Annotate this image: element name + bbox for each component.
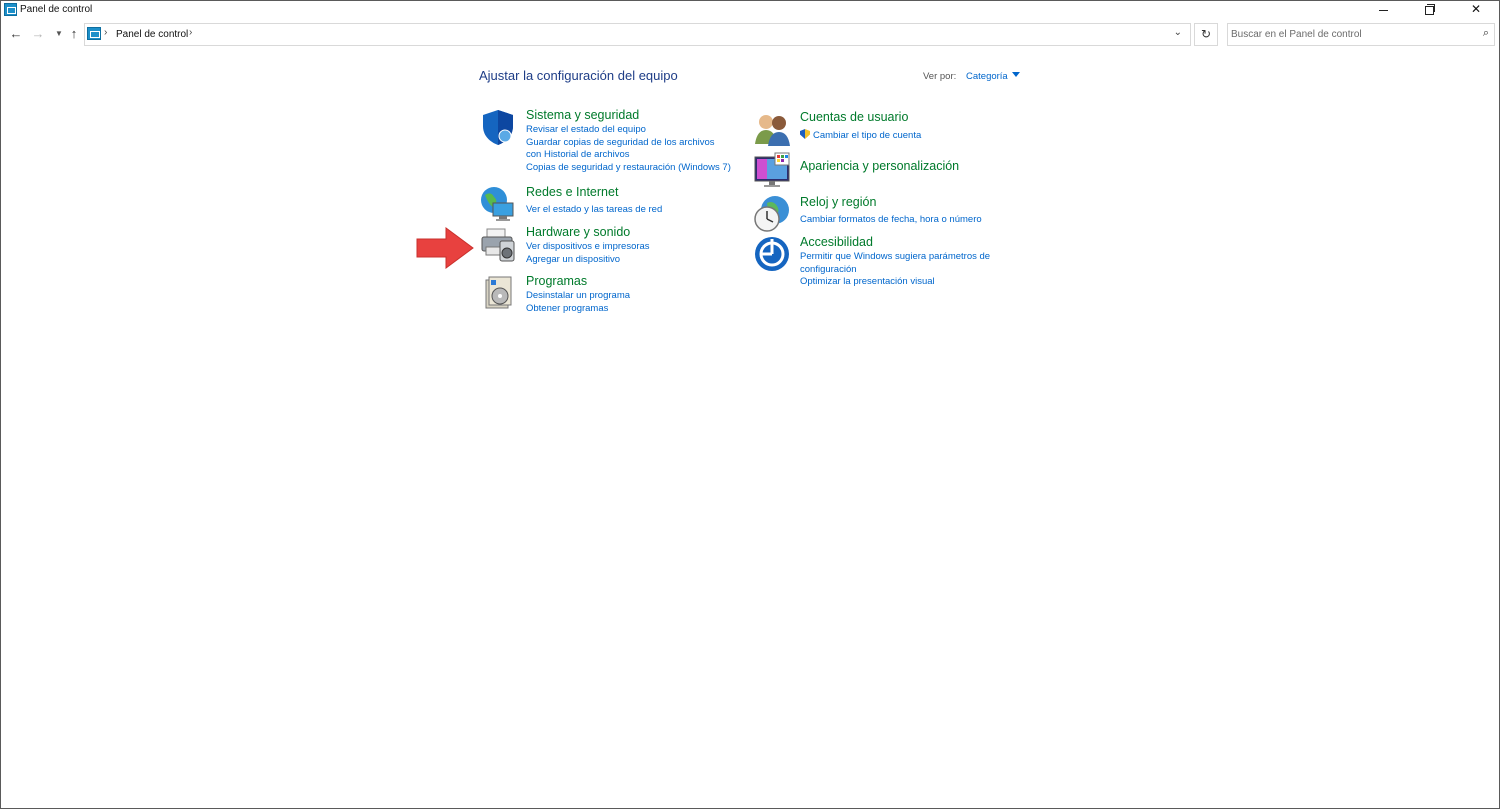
link-desinstalar-programa[interactable]: Desinstalar un programa [526, 290, 746, 303]
category-title-reloj[interactable]: Reloj y región [800, 195, 876, 209]
hardware-links: Ver dispositivos e impresoras Agregar un… [526, 241, 746, 266]
category-title-sistema[interactable]: Sistema y seguridad [526, 108, 639, 122]
category-title-cuentas[interactable]: Cuentas de usuario [800, 110, 908, 124]
breadcrumb-panel-de-control[interactable]: Panel de control [116, 29, 188, 40]
search-icon[interactable]: ⌕ [1483, 27, 1489, 40]
control-panel-location-icon [87, 27, 101, 40]
close-button[interactable]: ✕ [1453, 1, 1499, 19]
address-bar[interactable]: › Panel de control › ⌄ [84, 23, 1191, 46]
uac-shield-icon [800, 129, 810, 139]
address-dropdown-icon[interactable]: ⌄ [1174, 27, 1182, 38]
category-title-accesibilidad[interactable]: Accesibilidad [800, 235, 873, 249]
arrow-right-icon: → [31, 26, 45, 41]
link-dispositivos-impresoras[interactable]: Ver dispositivos e impresoras [526, 241, 746, 254]
link-optimizar-presentacion[interactable]: Optimizar la presentación visual [800, 276, 1020, 289]
programs-disc-icon[interactable] [479, 274, 517, 312]
forward-button[interactable]: → [30, 26, 46, 42]
link-formatos-fecha[interactable]: Cambiar formatos de fecha, hora o número [800, 214, 1020, 227]
redes-links: Ver el estado y las tareas de red [526, 204, 746, 217]
link-revisar-estado[interactable]: Revisar el estado del equipo [526, 124, 746, 137]
printer-speaker-icon[interactable] [479, 225, 517, 263]
user-accounts-icon[interactable] [753, 110, 791, 148]
refresh-icon: ↻ [1200, 27, 1212, 41]
title-bar: Panel de control ✕ [1, 1, 1499, 19]
category-title-hardware[interactable]: Hardware y sonido [526, 225, 630, 239]
restore-button[interactable] [1407, 1, 1453, 19]
arrow-left-icon: ← [9, 26, 23, 41]
view-by-label: Ver por: [923, 71, 957, 82]
link-copias-seguridad[interactable]: Copias de seguridad y restauración (Wind… [526, 162, 746, 175]
window-title: Panel de control [20, 4, 93, 15]
arrow-up-icon: ↑ [70, 26, 78, 41]
navigation-bar: ← → ▼ ↑ › Panel de control › ⌄ ↻ ⌕ [1, 21, 1499, 47]
search-input[interactable] [1231, 27, 1471, 42]
search-box[interactable]: ⌕ [1227, 23, 1495, 46]
dropdown-arrow-icon [1011, 72, 1020, 77]
minimize-button[interactable] [1361, 1, 1407, 19]
accesibilidad-links: Permitir que Windows sugiera parámetros … [800, 251, 1020, 289]
reloj-links: Cambiar formatos de fecha, hora o número [800, 214, 1020, 227]
chevron-down-icon: ▼ [55, 29, 63, 38]
accessibility-icon[interactable] [753, 235, 791, 273]
appearance-monitor-icon[interactable] [753, 151, 791, 189]
view-by-value: Categoría [966, 71, 1008, 82]
link-estado-red[interactable]: Ver el estado y las tareas de red [526, 204, 746, 217]
sistema-links: Revisar el estado del equipo Guardar cop… [526, 124, 746, 174]
programas-links: Desinstalar un programa Obtener programa… [526, 290, 746, 315]
category-title-programas[interactable]: Programas [526, 274, 587, 288]
category-title-apariencia[interactable]: Apariencia y personalización [800, 159, 959, 173]
cambiar-tipo-cuenta-label: Cambiar el tipo de cuenta [813, 130, 922, 141]
page-heading: Ajustar la configuración del equipo [479, 68, 678, 83]
shield-icon[interactable] [479, 108, 517, 146]
breadcrumb-separator-icon[interactable]: › [104, 27, 107, 38]
red-arrow-icon [416, 227, 474, 269]
control-panel-app-icon [4, 3, 17, 16]
refresh-button[interactable]: ↻ [1194, 23, 1218, 46]
control-panel-window: Panel de control ✕ ← → ▼ ↑ › Panel de co… [0, 0, 1500, 809]
category-title-redes[interactable]: Redes e Internet [526, 185, 618, 199]
recent-locations-button[interactable]: ▼ [51, 26, 67, 42]
network-globe-icon[interactable] [479, 185, 517, 223]
cuentas-links: Cambiar el tipo de cuenta [800, 129, 1020, 143]
link-agregar-dispositivo[interactable]: Agregar un dispositivo [526, 254, 746, 267]
link-windows-sugiera[interactable]: Permitir que Windows sugiera parámetros … [800, 251, 995, 276]
clock-globe-icon[interactable] [753, 195, 791, 233]
view-by-dropdown[interactable]: Categoría [966, 71, 1020, 82]
link-historial-archivos[interactable]: Guardar copias de seguridad de los archi… [526, 137, 731, 162]
link-obtener-programas[interactable]: Obtener programas [526, 303, 746, 316]
breadcrumb-separator-icon[interactable]: › [189, 27, 192, 38]
back-button[interactable]: ← [8, 26, 24, 42]
up-button[interactable]: ↑ [66, 26, 82, 42]
link-cambiar-tipo-cuenta[interactable]: Cambiar el tipo de cuenta [800, 129, 1020, 143]
